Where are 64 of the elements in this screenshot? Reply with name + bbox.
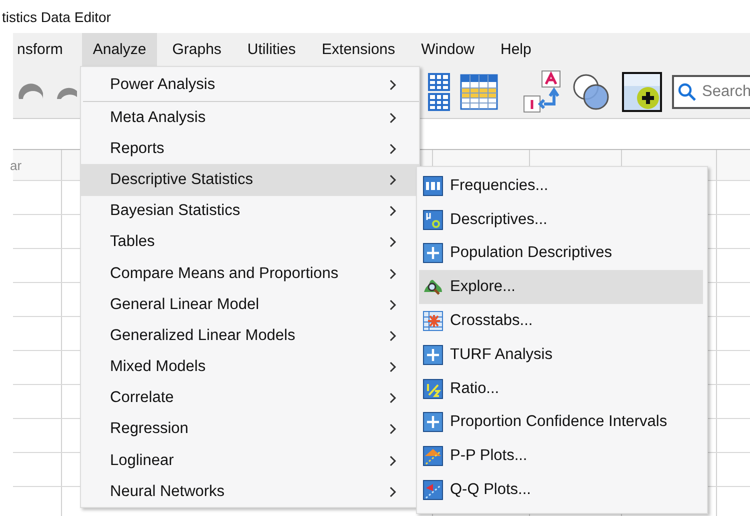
menu-item[interactable]: Reports <box>81 133 419 164</box>
menu-item[interactable]: Tables <box>81 226 419 258</box>
variable-swap-icon[interactable] <box>522 70 562 114</box>
chevron-icon <box>389 142 397 155</box>
chevron-icon <box>389 79 397 91</box>
menu-item[interactable]: Meta Analysis <box>81 102 419 134</box>
menu-item[interactable]: P-P Plots... <box>419 439 703 474</box>
menu-item[interactable]: TURF Analysis <box>419 338 703 372</box>
add-case-icon[interactable] <box>622 72 662 112</box>
menu-item[interactable]: Bayesian Statistics <box>81 196 419 227</box>
menu-item[interactable]: Descriptive Statistics <box>81 164 419 196</box>
menu-item[interactable]: Compare Means and Proportions <box>81 258 419 290</box>
menu-bar-item[interactable]: Analyze <box>82 33 158 66</box>
spreadsheet-icon[interactable] <box>460 73 498 111</box>
menu-bar-item[interactable]: Window <box>410 33 486 66</box>
chevron-icon <box>389 330 397 342</box>
crosstab-icon <box>423 311 443 332</box>
undo-icon[interactable] <box>17 83 45 101</box>
plot-icon <box>423 446 443 466</box>
chevron-icon <box>389 486 397 498</box>
menu-item[interactable]: Mixed Models <box>81 352 419 383</box>
chevron-icon <box>389 392 397 404</box>
plus-icon <box>423 344 443 365</box>
ratio-icon <box>423 378 443 399</box>
menu-bar-item[interactable]: Utilities <box>236 33 307 66</box>
chevron-icon <box>389 205 397 218</box>
menu-bar-item[interactable]: Extensions <box>310 33 406 66</box>
column-header: ar <box>10 158 22 172</box>
menu-item[interactable]: Correlate <box>81 382 419 414</box>
menu-item[interactable]: Loglinear <box>81 445 419 476</box>
chevron-icon <box>389 268 397 280</box>
search-icon <box>678 83 696 101</box>
menu-item[interactable]: Population Descriptives <box>419 236 703 270</box>
chevron-icon <box>389 298 397 311</box>
menu-item[interactable]: Neural Networks <box>81 476 419 508</box>
descriptives-icon <box>423 210 443 230</box>
menu-item[interactable]: Q-Q Plots... <box>419 473 703 507</box>
menu-item[interactable]: Proportion Confidence Intervals <box>419 406 703 440</box>
magnifier-icon <box>423 277 443 298</box>
plot-icon <box>423 480 443 500</box>
menu-item[interactable]: Ratio... <box>419 372 703 406</box>
menu-item[interactable]: Descriptives... <box>419 202 703 237</box>
menu-item[interactable]: Power Analysis <box>81 69 419 101</box>
table-icon[interactable] <box>428 73 450 111</box>
frequencies-icon <box>423 176 443 196</box>
search-field[interactable]: Search <box>672 75 750 109</box>
chevron-icon <box>389 423 397 436</box>
menu-item[interactable]: Frequencies... <box>419 169 703 203</box>
chevron-icon <box>389 454 397 467</box>
menu-item[interactable]: General Linear Model <box>81 289 419 320</box>
menu-item[interactable]: Regression <box>81 414 419 446</box>
chevron-icon <box>389 174 397 186</box>
chevron-icon <box>389 112 397 124</box>
plus-icon <box>423 412 443 432</box>
menu-item[interactable]: Generalized Linear Models <box>81 320 419 352</box>
menu-bar-item[interactable]: Graphs <box>161 33 232 66</box>
menu-bar-item[interactable]: Help <box>490 33 542 66</box>
menu-bar-item[interactable]: nsform <box>17 33 74 66</box>
plus-icon <box>423 243 443 264</box>
chevron-icon <box>389 236 397 248</box>
menu-item[interactable]: Crosstabs... <box>419 304 703 338</box>
chevron-icon <box>389 361 397 374</box>
menu-item[interactable]: Explore... <box>419 270 703 304</box>
window-title: tistics Data Editor <box>2 8 111 24</box>
